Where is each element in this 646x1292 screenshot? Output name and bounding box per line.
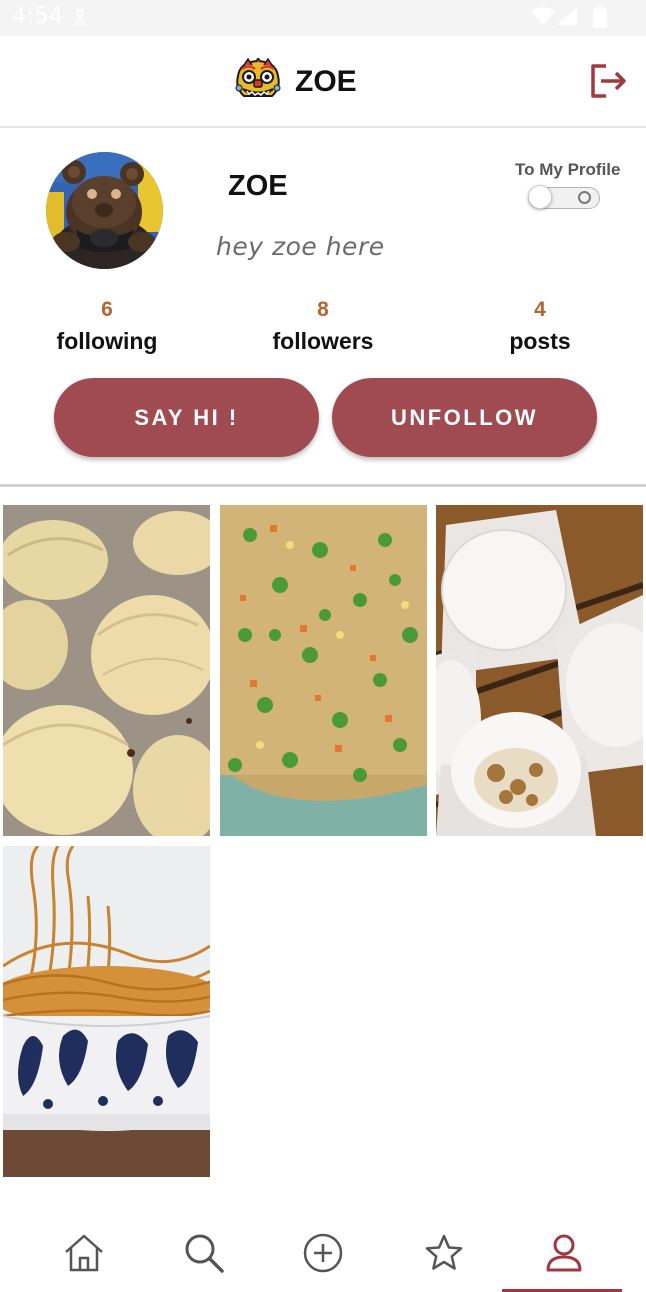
toggle-knob — [528, 185, 552, 209]
stat-label: followers — [272, 328, 374, 354]
nav-add-post[interactable] — [264, 1214, 384, 1292]
battery-icon — [593, 6, 607, 28]
profile-bio: hey zoe here — [216, 232, 385, 261]
status-time: 4:54 — [12, 4, 64, 29]
app-title: ZOE — [295, 65, 357, 98]
noodles-image — [3, 846, 210, 1177]
signal-icon — [557, 7, 577, 25]
stat-value: 4 — [534, 298, 546, 321]
home-icon — [65, 1234, 103, 1272]
logout-icon[interactable] — [586, 62, 630, 102]
stat-posts[interactable]: 4 posts — [460, 298, 620, 355]
bottom-nav — [0, 1214, 646, 1292]
search-icon — [185, 1234, 224, 1273]
to-my-profile-toggle[interactable] — [528, 185, 600, 209]
toggle-off-indicator-icon — [578, 191, 591, 204]
stat-label: posts — [509, 328, 571, 354]
stat-followers[interactable]: 8 followers — [243, 298, 403, 355]
profile-screen: 4:54 ZOE ZOE hey zoe here To My Profile … — [0, 0, 646, 1292]
fried-rice-image — [220, 505, 427, 836]
stat-following[interactable]: 6 following — [27, 298, 187, 355]
stat-value: 6 — [101, 298, 113, 321]
profile-icon — [546, 1234, 582, 1272]
dumplings-image — [3, 505, 210, 836]
stat-label: following — [56, 328, 158, 354]
wifi-icon — [531, 7, 555, 25]
post-steamed-buns[interactable] — [436, 505, 643, 836]
add-circle-icon — [303, 1233, 343, 1273]
nav-favorites[interactable] — [384, 1214, 504, 1292]
lion-dance-logo-icon — [235, 58, 281, 97]
avatar — [46, 152, 163, 269]
nav-profile[interactable] — [504, 1214, 624, 1292]
post-dumplings[interactable] — [3, 505, 210, 836]
stat-value: 8 — [317, 298, 329, 321]
to-my-profile-label: To My Profile — [515, 160, 621, 179]
post-noodles[interactable] — [3, 846, 210, 1177]
bear-avatar-image — [46, 152, 163, 269]
section-divider — [0, 484, 646, 487]
profile-name: ZOE — [228, 170, 288, 202]
nav-home[interactable] — [24, 1214, 144, 1292]
post-fried-rice[interactable] — [220, 505, 427, 836]
unfollow-button[interactable]: UNFOLLOW — [332, 378, 597, 457]
status-bar: 4:54 — [0, 0, 646, 36]
nav-search[interactable] — [144, 1214, 264, 1292]
star-icon — [425, 1234, 463, 1270]
notification-icon — [73, 9, 87, 27]
app-bar: ZOE — [0, 36, 646, 128]
steamed-buns-image — [436, 505, 643, 836]
say-hi-button[interactable]: SAY HI ! — [54, 378, 319, 457]
